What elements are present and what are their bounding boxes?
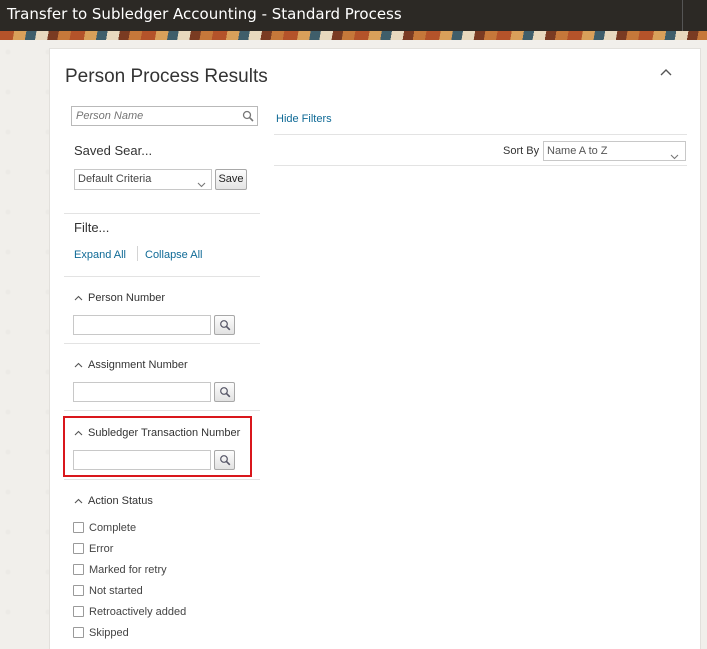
chevron-down-icon <box>197 176 206 188</box>
status-option-error[interactable]: Error <box>73 543 113 557</box>
search-icon <box>220 387 231 398</box>
filters-label: Filte... <box>74 220 110 235</box>
status-option-label: Not started <box>89 585 143 597</box>
divider <box>64 479 260 480</box>
status-option-complete[interactable]: Complete <box>73 522 136 536</box>
person-number-label: Person Number <box>88 292 166 304</box>
checkbox[interactable] <box>73 585 84 596</box>
status-option-retroactively-added[interactable]: Retroactively added <box>73 606 186 620</box>
assignment-number-label: Assignment Number <box>88 359 188 371</box>
status-option-label: Complete <box>89 522 137 534</box>
saved-search-label: Saved Sear... <box>74 143 153 158</box>
hide-filters-link[interactable]: Hide Filters <box>276 113 332 125</box>
action-status-filter-header[interactable]: Action Status <box>74 495 153 507</box>
status-option-skipped[interactable]: Skipped <box>73 627 129 641</box>
search-icon[interactable] <box>242 110 254 122</box>
highlight-box <box>63 416 252 477</box>
collapse-panel-icon[interactable] <box>658 65 674 79</box>
sort-by-label: Sort By <box>503 145 540 157</box>
divider <box>64 410 260 411</box>
window-title: Transfer to Subledger Accounting - Stand… <box>7 5 402 23</box>
save-button[interactable]: Save <box>215 169 247 190</box>
search-icon <box>220 320 231 331</box>
saved-search-value: Default Criteria <box>78 173 152 185</box>
divider <box>64 276 260 277</box>
status-option-label: Marked for retry <box>89 564 167 576</box>
person-number-filter-header[interactable]: Person Number <box>74 292 165 304</box>
chevron-down-icon <box>670 148 679 160</box>
checkbox[interactable] <box>73 606 84 617</box>
person-process-results-panel: Person Process Results Saved Sear... Def… <box>49 48 701 649</box>
collapse-all-link[interactable]: Collapse All <box>145 249 202 261</box>
status-option-marked-for-retry[interactable]: Marked for retry <box>73 564 167 578</box>
decorative-banner <box>0 31 707 40</box>
divider <box>274 134 687 135</box>
action-status-label: Action Status <box>88 495 153 507</box>
divider <box>64 213 260 214</box>
title-bar-divider <box>682 0 683 31</box>
checkbox[interactable] <box>73 627 84 638</box>
person-number-search-button[interactable] <box>214 315 235 335</box>
expand-all-link[interactable]: Expand All <box>74 249 126 261</box>
assignment-number-filter-header[interactable]: Assignment Number <box>74 359 188 371</box>
assignment-number-input[interactable] <box>73 382 211 402</box>
sort-by-select[interactable]: Name A to Z <box>543 141 686 161</box>
sort-by-value: Name A to Z <box>547 145 608 157</box>
person-name-search[interactable] <box>71 106 258 126</box>
checkbox[interactable] <box>73 522 84 533</box>
divider <box>64 343 260 344</box>
status-option-label: Error <box>89 543 114 555</box>
filter-sidebar: Saved Sear... Default Criteria Save Filt… <box>50 49 262 649</box>
assignment-number-search-button[interactable] <box>214 382 235 402</box>
checkbox[interactable] <box>73 543 84 554</box>
saved-search-select[interactable]: Default Criteria <box>74 169 212 190</box>
divider <box>274 165 687 166</box>
status-option-label: Skipped <box>89 627 129 639</box>
person-name-input[interactable] <box>72 107 232 125</box>
window-title-bar: Transfer to Subledger Accounting - Stand… <box>0 0 707 31</box>
chevron-up-icon <box>74 495 83 507</box>
person-number-input[interactable] <box>73 315 211 335</box>
chevron-up-icon <box>74 359 83 371</box>
status-option-not-started[interactable]: Not started <box>73 585 143 599</box>
chevron-up-icon <box>74 292 83 304</box>
status-option-label: Retroactively added <box>89 606 187 618</box>
checkbox[interactable] <box>73 564 84 575</box>
link-separator <box>137 246 138 261</box>
